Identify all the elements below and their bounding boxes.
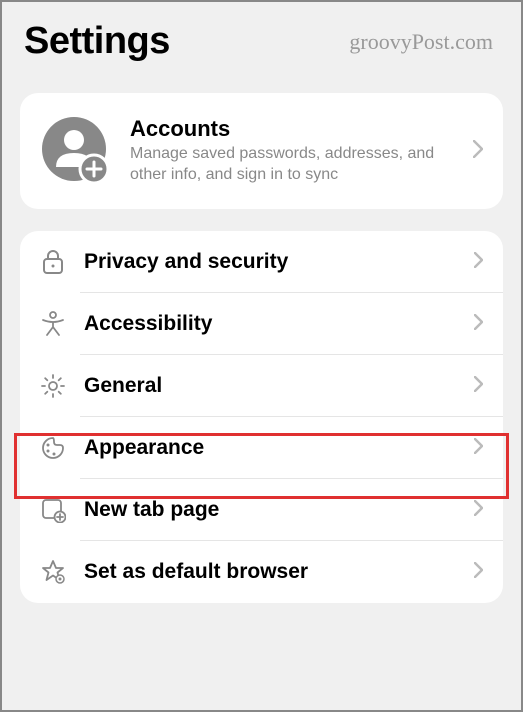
menu-item-newtab[interactable]: New tab page: [20, 479, 503, 541]
chevron-right-icon: [473, 140, 483, 163]
lock-icon: [40, 249, 66, 275]
menu-label: Set as default browser: [84, 560, 456, 584]
menu-label: General: [84, 374, 456, 398]
menu-item-accessibility[interactable]: Accessibility: [20, 293, 503, 355]
account-avatar-icon: [40, 115, 112, 187]
menu-item-general[interactable]: General: [20, 355, 503, 417]
menu-label: Appearance: [84, 436, 456, 460]
menu-label: Accessibility: [84, 312, 456, 336]
menu-item-default-browser[interactable]: Set as default browser: [20, 541, 503, 603]
chevron-right-icon: [474, 314, 483, 335]
settings-list: Privacy and security Accessibility: [20, 231, 503, 603]
gear-icon: [40, 373, 66, 399]
header: Settings groovyPost.com: [2, 2, 521, 81]
chevron-right-icon: [474, 376, 483, 397]
star-gear-icon: [40, 559, 66, 585]
menu-item-appearance[interactable]: Appearance: [20, 417, 503, 479]
newtab-icon: [40, 497, 66, 523]
palette-icon: [40, 435, 66, 461]
accounts-title: Accounts: [130, 116, 455, 142]
accounts-subtitle: Manage saved passwords, addresses, and o…: [130, 144, 455, 186]
accounts-text: Accounts Manage saved passwords, address…: [130, 116, 455, 186]
chevron-right-icon: [474, 562, 483, 583]
page-title: Settings: [24, 20, 170, 63]
menu-item-privacy[interactable]: Privacy and security: [20, 231, 503, 293]
chevron-right-icon: [474, 438, 483, 459]
menu-label: Privacy and security: [84, 250, 456, 274]
menu-label: New tab page: [84, 498, 456, 522]
accounts-card[interactable]: Accounts Manage saved passwords, address…: [20, 93, 503, 209]
watermark: groovyPost.com: [349, 29, 493, 55]
chevron-right-icon: [474, 500, 483, 521]
chevron-right-icon: [474, 252, 483, 273]
content: Accounts Manage saved passwords, address…: [2, 81, 521, 615]
accessibility-icon: [40, 311, 66, 337]
